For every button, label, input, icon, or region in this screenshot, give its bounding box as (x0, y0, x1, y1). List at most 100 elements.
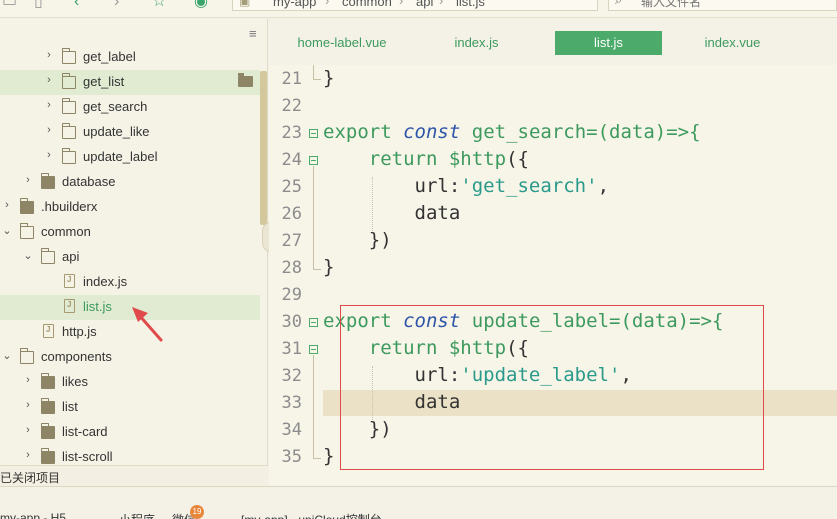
line-number: 30 (281, 312, 302, 332)
code-token: ({ (506, 148, 529, 170)
tree-item[interactable]: › list (0, 395, 260, 420)
code-line-35: } (323, 445, 334, 467)
line-number: 34 (281, 420, 302, 440)
chevron-down-icon[interactable]: ⌄ (22, 249, 34, 262)
code-token: } (323, 256, 335, 278)
line-number: 29 (281, 285, 302, 305)
hamburger-menu-icon[interactable]: ≡ (249, 26, 257, 41)
forward-arrow-icon[interactable]: › (114, 0, 119, 10)
code-token: const (403, 121, 461, 143)
code-line-28: } (323, 256, 334, 278)
console-tab-h5[interactable]: my-app - H5 (0, 511, 66, 519)
tab-home-label-vue[interactable]: home-label.vue (287, 31, 397, 55)
console-tab-miniprogram[interactable]: 小程序 (119, 511, 155, 519)
folder-icon (41, 398, 55, 414)
folder-icon (41, 423, 55, 439)
folder-icon (41, 173, 55, 189)
fold-toggle-icon[interactable] (309, 318, 318, 327)
tree-item-label: list-card (62, 424, 108, 439)
tab-list-js[interactable]: list.js (555, 31, 662, 55)
tree-item[interactable]: › likes (0, 370, 260, 395)
tree-item[interactable]: ⌄ components (0, 345, 260, 370)
line-number: 33 (281, 393, 302, 413)
run-icon[interactable]: ◉ (194, 0, 208, 10)
tree-item[interactable]: J index.js (0, 270, 260, 295)
tree-item[interactable]: › list-card (0, 420, 260, 445)
js-file-icon: J (64, 299, 75, 313)
tree-item-label: list-scroll (62, 449, 113, 464)
code-token: }) (368, 229, 392, 251)
line-number: 25 (281, 177, 302, 197)
tree-item-label: common (41, 224, 91, 239)
line-number: 31 (281, 339, 302, 359)
code-line-25: url:'get_search', (323, 175, 610, 197)
chevron-right-icon[interactable]: › (43, 124, 55, 136)
chevron-right-icon[interactable]: › (22, 174, 34, 186)
chevron-right-icon[interactable]: › (43, 149, 55, 161)
chevron-right-icon[interactable]: › (43, 99, 55, 111)
code-line-27: }) (323, 229, 392, 251)
folder-icon (62, 98, 76, 114)
tree-item[interactable]: › database (0, 170, 260, 195)
tree-item[interactable]: › .hbuilderx (0, 195, 260, 220)
folder-icon (62, 73, 76, 89)
chevron-right-icon[interactable]: › (22, 424, 34, 436)
tab-index-vue[interactable]: index.vue (685, 31, 780, 55)
chevron-right-icon[interactable]: › (22, 374, 34, 386)
tree-item-label: update_like (83, 124, 150, 139)
annotation-highlight-box (340, 305, 764, 470)
folder-icon (41, 448, 55, 464)
breadcrumb-item[interactable]: common (342, 0, 392, 9)
chevron-right-icon[interactable]: › (1, 199, 13, 211)
tree-item[interactable]: › get_list (0, 70, 260, 95)
tree-item[interactable]: › get_label (0, 45, 260, 70)
chevron-down-icon[interactable]: ⌄ (1, 349, 13, 362)
open-folder-icon[interactable] (238, 73, 253, 87)
code-token: } (323, 445, 335, 467)
code-token: return (368, 148, 438, 170)
document-icon[interactable]: ▭ (2, 0, 17, 10)
file-search-input[interactable] (641, 0, 831, 9)
console-tab-unicloud[interactable]: [my-app] - uniCloud控制台 (241, 511, 382, 519)
breadcrumb-separator: › (325, 0, 330, 8)
tree-item[interactable]: › update_label (0, 145, 260, 170)
tree-item[interactable]: ⌄ api (0, 245, 260, 270)
file-icon[interactable]: ▯ (34, 0, 43, 10)
closed-projects-bar[interactable]: 已关闭项目 (0, 465, 268, 486)
fold-guide-end (313, 79, 321, 80)
folder-open-icon (41, 248, 55, 264)
tree-item[interactable]: › get_search (0, 95, 260, 120)
chevron-right-icon[interactable]: › (43, 74, 55, 86)
chevron-right-icon[interactable]: › (43, 49, 55, 61)
code-token: } (323, 67, 335, 89)
tree-item-label: api (62, 249, 80, 264)
breadcrumb-item[interactable]: api (416, 0, 433, 9)
line-number: 32 (281, 366, 302, 386)
line-number: 23 (281, 123, 302, 143)
file-search-box: ⌕ (608, 0, 837, 11)
chevron-right-icon[interactable]: › (22, 449, 34, 461)
tree-item[interactable]: ⌄ common (0, 220, 260, 245)
tree-item[interactable]: › update_like (0, 120, 260, 145)
back-arrow-icon[interactable]: ‹ (74, 0, 79, 10)
tree-item-label: get_list (83, 74, 125, 89)
tree-item-label: index.js (83, 274, 128, 289)
fold-toggle-icon[interactable] (309, 156, 318, 165)
tree-item[interactable]: › list-scroll (0, 445, 260, 465)
breadcrumb-item[interactable]: list.js (456, 0, 485, 9)
tree-item-label: list (62, 399, 78, 414)
breadcrumb-item[interactable]: my-app (273, 0, 316, 9)
chevron-down-icon[interactable]: ⌄ (1, 224, 13, 237)
folder-open-icon (20, 348, 34, 364)
line-number: 35 (281, 447, 302, 467)
code-token: =(data)=>{ (586, 121, 701, 143)
fold-toggle-icon[interactable] (309, 129, 318, 138)
chevron-right-icon[interactable]: › (22, 399, 34, 411)
sidebar-scrollbar[interactable] (260, 71, 267, 225)
line-number: 21 (281, 69, 302, 89)
tree-item-label: database (62, 174, 116, 189)
tab-index-js[interactable]: index.js (439, 31, 514, 55)
fold-toggle-icon[interactable] (309, 345, 318, 354)
search-icon: ⌕ (615, 0, 622, 8)
star-icon[interactable]: ☆ (152, 0, 166, 10)
